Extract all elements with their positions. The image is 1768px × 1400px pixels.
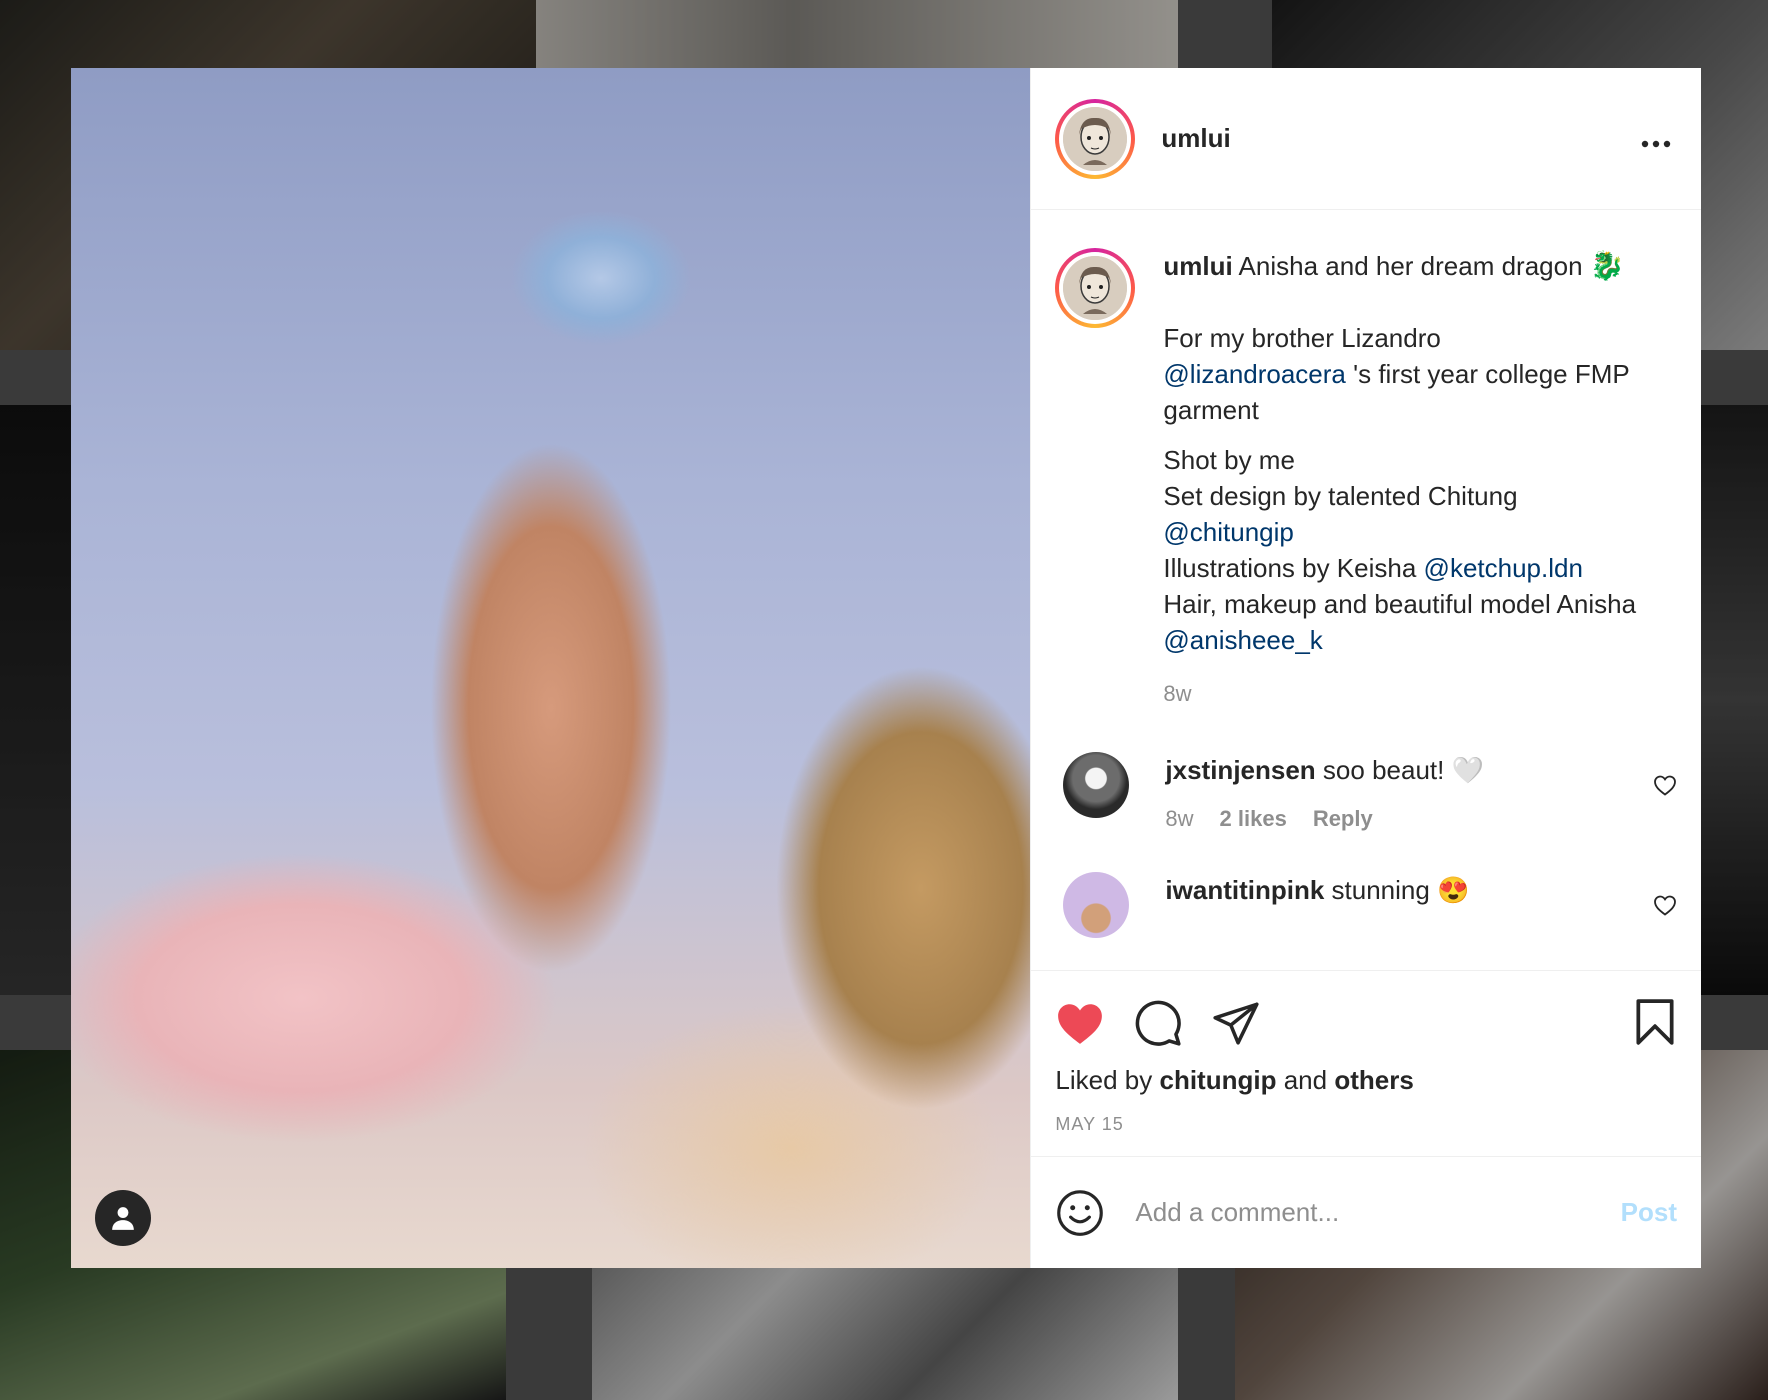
share-icon [1213,1002,1260,1045]
post-modal: umlui umlui Anisha and her dream dragon … [71,68,1701,1268]
caption-line: For my brother Lizandro [1163,323,1441,353]
bookmark-icon [1636,999,1674,1045]
comment-text: soo beaut! [1322,755,1445,785]
mention-link[interactable]: @ketchup.ldn [1424,553,1583,583]
mention-link[interactable]: @anisheee_k [1163,625,1322,655]
heart-filled-icon [1058,1004,1103,1044]
post-header: umlui [1031,68,1701,210]
dragon-emoji: 🐉 [1589,250,1625,281]
comment-username[interactable]: iwantitinpink [1165,875,1324,905]
emoji-button[interactable] [1055,1188,1105,1238]
like-comment-button[interactable] [1653,894,1677,921]
comment-item: jxstinjensen soo beaut! 🤍 8w 2 likes Rep… [1055,752,1677,832]
comment-age[interactable]: 8w [1165,806,1193,832]
comment-username[interactable]: jxstinjensen [1165,755,1315,785]
heart-outline-icon [1654,775,1676,796]
save-button[interactable] [1633,997,1677,1052]
comment-icon [1136,1000,1182,1046]
user-icon [112,1207,134,1230]
comments-section[interactable]: umlui Anisha and her dream dragon 🐉 For … [1031,210,1701,970]
mention-link[interactable]: @chitungip [1163,517,1293,547]
commenter-avatar[interactable] [1063,872,1130,938]
like-button[interactable] [1055,1000,1105,1046]
liked-by-others[interactable]: others [1334,1065,1413,1095]
caption-title: Anisha and her dream dragon [1238,251,1583,281]
caption-line: Shot by me [1163,445,1295,475]
comment-button[interactable] [1133,998,1183,1048]
heart-outline-icon [1654,895,1676,916]
liked-by-label: Liked by [1055,1065,1153,1095]
post-author-username[interactable]: umlui [1161,123,1230,154]
post-actions: Liked by chitungip and others MAY 15 [1031,970,1701,1156]
tagged-users-button[interactable] [95,1190,151,1246]
share-button[interactable] [1211,1000,1261,1046]
more-options-button[interactable] [1641,122,1671,156]
avatar-face-icon [1063,106,1128,171]
avatar-illustration [1063,106,1128,171]
post-comment-button[interactable]: Post [1621,1197,1677,1228]
caption-line: Hair, makeup and beautiful model Anisha [1163,589,1637,619]
liked-by-and: and [1283,1065,1328,1095]
comment-text: stunning [1331,875,1430,905]
reply-button[interactable]: Reply [1313,806,1373,832]
comment-emoji: 🤍 [1451,755,1484,785]
liked-by-summary: Liked by chitungip and others [1055,1065,1677,1096]
post-sidebar: umlui umlui Anisha and her dream dragon … [1030,68,1701,1268]
post-photo[interactable] [71,68,1031,1268]
caption-line: Illustrations by Keisha [1163,553,1417,583]
avatar[interactable] [1055,98,1136,179]
comment-composer: Post [1031,1156,1701,1268]
comment-likes[interactable]: 2 likes [1220,806,1287,832]
mention-link[interactable]: @lizandroacera [1163,359,1345,389]
avatar[interactable] [1055,248,1136,328]
caption-line: Set design by talented Chitung [1163,481,1518,511]
avatar-face-icon [1063,256,1128,320]
comment-item: iwantitinpink stunning 😍 [1055,872,1677,938]
caption-text: umlui Anisha and her dream dragon 🐉 For … [1163,248,1663,712]
caption-username[interactable]: umlui [1163,251,1232,281]
commenter-avatar[interactable] [1063,752,1130,818]
comment-emoji: 😍 [1437,875,1470,905]
avatar-illustration [1063,256,1128,320]
comment-input[interactable] [1133,1196,1621,1229]
liked-by-user[interactable]: chitungip [1159,1065,1276,1095]
more-icon [1641,140,1671,147]
like-comment-button[interactable] [1653,774,1677,801]
emoji-icon [1057,1189,1104,1236]
post-caption: umlui Anisha and her dream dragon 🐉 For … [1055,210,1677,712]
caption-age: 8w [1163,681,1192,706]
post-date[interactable]: MAY 15 [1055,1114,1677,1135]
